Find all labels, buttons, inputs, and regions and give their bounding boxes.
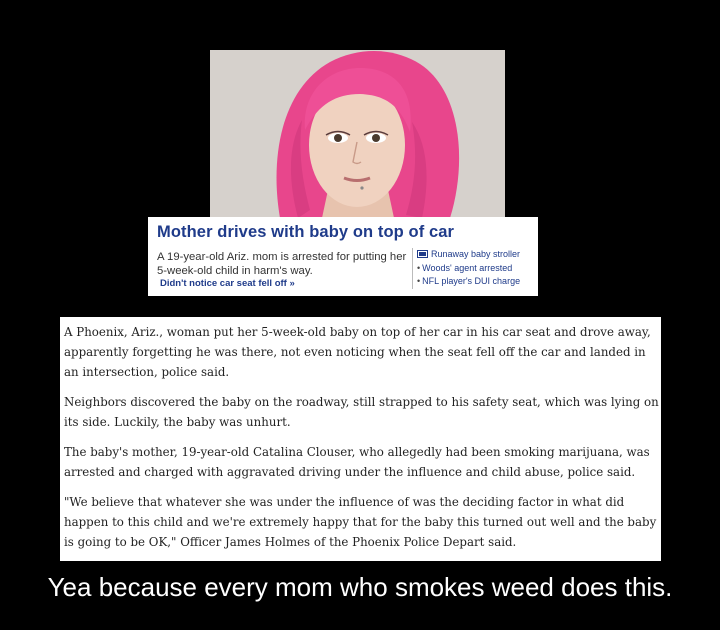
related-link-woods-agent[interactable]: • Woods' agent arrested xyxy=(417,262,520,276)
article-body: A Phoenix, Ariz., woman put her 5-week-o… xyxy=(60,317,661,561)
news-headline-link[interactable]: Mother drives with baby on top of car xyxy=(157,223,454,242)
mugshot-image xyxy=(210,50,505,218)
news-card: Mother drives with baby on top of car A … xyxy=(148,217,538,296)
meme-caption: Yea because every mom who smokes weed do… xyxy=(47,572,673,602)
related-links-list: Runaway baby stroller • Woods' agent arre… xyxy=(412,248,520,289)
bullet-icon: • xyxy=(417,276,421,286)
related-link-label: Woods' agent arrested xyxy=(422,262,513,273)
more-link[interactable]: Didn't notice car seat fell off » xyxy=(160,278,295,289)
related-link-runaway-stroller[interactable]: Runaway baby stroller xyxy=(417,248,520,262)
related-link-label: Runaway baby stroller xyxy=(431,249,521,259)
article-paragraph: Neighbors discovered the baby on the roa… xyxy=(64,395,659,429)
related-link-nfl-dui[interactable]: • NFL player's DUI charge xyxy=(417,275,520,289)
article-paragraph: The baby's mother, 19-year-old Catalina … xyxy=(64,445,650,479)
article-paragraph: A Phoenix, Ariz., woman put her 5-week-o… xyxy=(64,325,651,379)
mugshot-photo xyxy=(210,50,505,218)
news-summary: A 19-year-old Ariz. mom is arrested for … xyxy=(157,251,407,277)
article-paragraph: "We believe that whatever she was under … xyxy=(64,495,657,549)
stroller-icon xyxy=(417,249,428,258)
related-link-label: NFL player's DUI charge xyxy=(422,276,521,286)
bullet-icon: • xyxy=(417,262,421,273)
